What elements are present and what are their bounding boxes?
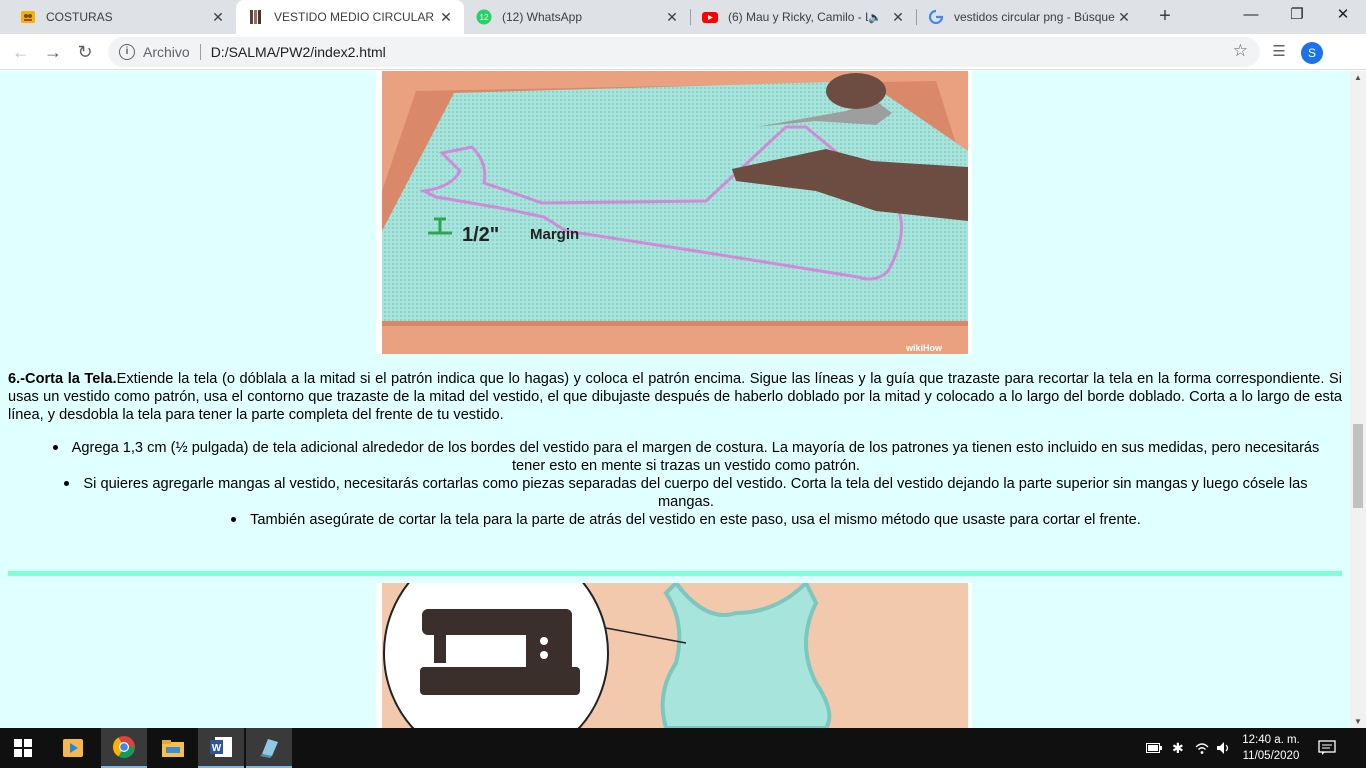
bookmark-star-icon[interactable]: ☆ (1233, 41, 1248, 61)
list-item: Si quieres agregarle mangas al vestido, … (8, 475, 1342, 511)
dress-favicon (248, 9, 264, 25)
reload-button[interactable]: ↻ (72, 39, 98, 65)
profile-avatar[interactable]: S (1301, 42, 1323, 64)
step-6-bullet-list: Agrega 1,3 cm (½ pulgada) de tela adicio… (8, 439, 1342, 529)
tab-title: VESTIDO MEDIO CIRCULAR (274, 10, 435, 24)
tab-title: vestidos circular png - Búsque (954, 10, 1115, 24)
tab-google-search[interactable]: vestidos circular png - Búsque ✕ (916, 0, 1142, 34)
svg-text:12: 12 (480, 13, 489, 22)
close-tab-icon[interactable]: ✕ (664, 9, 680, 26)
bullet-icon (52, 444, 58, 450)
battery-icon[interactable] (1146, 728, 1162, 768)
windows-taskbar: W ✱ 12:40 a. m. 11/05/2020 (0, 728, 1366, 768)
clock-date: 11/05/2020 (1242, 750, 1300, 762)
scroll-up-icon[interactable]: ▲ (1350, 73, 1366, 82)
tab-youtube[interactable]: (6) Mau y Ricky, Camilo - L 🔈 ✕ (690, 0, 917, 34)
minimize-button[interactable]: — (1228, 0, 1274, 34)
word-taskbar-icon[interactable]: W (198, 728, 244, 768)
step-6-paragraph: 6.-Corta la Tela.Extiende la tela (o dób… (8, 370, 1342, 424)
forward-button[interactable]: → (40, 39, 66, 65)
speaker-icon[interactable]: 🔈 (868, 11, 882, 24)
svg-text:wikiHow: wikiHow (905, 343, 943, 353)
wifi-icon[interactable] (1194, 728, 1210, 768)
tab-costuras[interactable]: COSTURAS ✕ (8, 0, 237, 34)
chrome-taskbar-icon[interactable] (101, 728, 147, 768)
close-tab-icon[interactable]: ✕ (210, 9, 226, 26)
youtube-icon (702, 9, 718, 25)
close-tab-icon[interactable]: ✕ (438, 9, 454, 26)
svg-text:1/2": 1/2" (462, 224, 499, 246)
section-divider (8, 571, 1342, 576)
url-text[interactable]: D:/SALMA/PW2/index2.html (211, 44, 386, 60)
page-viewport: 1/2" Margin wikiHow 6.-Corta la Tela.Ext… (0, 71, 1350, 728)
scheme-label: Archivo (143, 44, 190, 60)
volume-icon[interactable] (1216, 728, 1232, 768)
google-icon (928, 9, 944, 25)
file-explorer-icon[interactable] (150, 728, 196, 768)
start-button[interactable] (0, 728, 46, 768)
new-tab-button[interactable]: + (1153, 5, 1177, 29)
close-tab-icon[interactable]: ✕ (1116, 9, 1132, 26)
close-window-button[interactable]: ✕ (1320, 0, 1366, 34)
scroll-down-icon[interactable]: ▼ (1350, 717, 1366, 726)
tab-title: (6) Mau y Ricky, Camilo - L (728, 10, 869, 24)
tab-vestido-medio-circular[interactable]: VESTIDO MEDIO CIRCULAR ✕ (236, 0, 464, 34)
whatsapp-icon: 12 (476, 9, 492, 25)
tab-title: (12) WhatsApp (502, 10, 583, 24)
media-player-icon[interactable] (50, 728, 96, 768)
back-button[interactable]: ← (8, 39, 34, 65)
page-scrollbar[interactable]: ▲ ▼ (1350, 71, 1366, 728)
close-tab-icon[interactable]: ✕ (890, 9, 906, 26)
svg-text:W: W (212, 743, 222, 754)
step-heading: 6.-Corta la Tela. (8, 371, 117, 387)
system-clock[interactable]: 12:40 a. m. 11/05/2020 (1236, 732, 1306, 764)
tab-strip: COSTURAS ✕ VESTIDO MEDIO CIRCULAR ✕ 12 (… (0, 0, 1366, 34)
media-control-icon[interactable]: ☰ (1266, 39, 1292, 65)
sewing-machine-image (376, 540, 972, 728)
tab-title: COSTURAS (46, 10, 113, 24)
browser-toolbar: ← → ↻ i Archivo D:/SALMA/PW2/index2.html… (0, 34, 1366, 70)
scrollbar-thumb[interactable] (1353, 424, 1363, 508)
address-bar[interactable]: i Archivo D:/SALMA/PW2/index2.html ☆ (108, 37, 1260, 67)
restore-button[interactable]: ❐ (1274, 0, 1320, 34)
app-taskbar-icon[interactable] (246, 728, 292, 768)
list-item: También asegúrate de cortar la tela para… (8, 511, 1342, 529)
list-item: Agrega 1,3 cm (½ pulgada) de tela adicio… (8, 439, 1342, 475)
clock-time: 12:40 a. m. (1242, 734, 1300, 746)
step-text: Extiende la tela (o dóblala a la mitad s… (8, 371, 1342, 423)
bluetooth-icon[interactable]: ✱ (1172, 728, 1184, 768)
tab-whatsapp[interactable]: 12 (12) WhatsApp ✕ (464, 0, 691, 34)
svg-text:Margin: Margin (530, 226, 579, 243)
bullet-icon (64, 480, 70, 486)
cutting-fabric-image: 1/2" Margin wikiHow (376, 71, 972, 354)
info-icon[interactable]: i (119, 44, 135, 60)
notifications-icon[interactable] (1318, 728, 1336, 768)
sewing-favicon (20, 9, 36, 25)
bullet-icon (231, 516, 237, 522)
